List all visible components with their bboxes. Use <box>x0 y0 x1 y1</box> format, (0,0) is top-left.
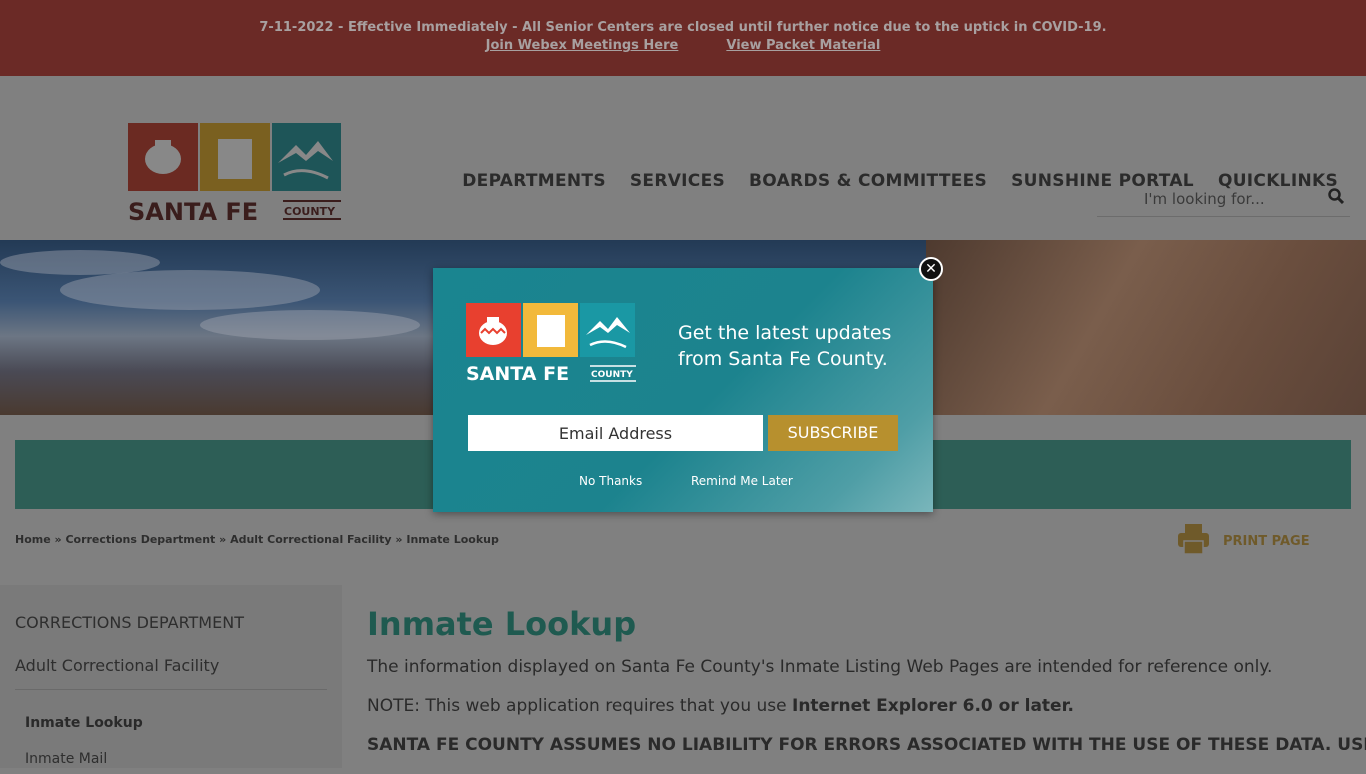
page-title: Inmate Lookup <box>367 605 637 643</box>
alert-banner: 7-11-2022 - Effective Immediately - All … <box>0 0 1366 76</box>
alert-message: 7-11-2022 - Effective Immediately - All … <box>259 20 1107 35</box>
breadcrumb-facility[interactable]: Adult Correctional Facility <box>230 533 392 546</box>
email-input[interactable] <box>468 415 763 451</box>
main-content: Inmate Lookup The information displayed … <box>367 605 1366 774</box>
sidebar-item-inmate-lookup[interactable]: Inmate Lookup <box>25 715 143 731</box>
close-icon[interactable]: ✕ <box>919 257 943 281</box>
popup-logo: SANTA FE COUNTY <box>466 303 637 387</box>
nav-departments[interactable]: DEPARTMENTS <box>462 171 606 191</box>
main-nav: DEPARTMENTS SERVICES BOARDS & COMMITTEES… <box>462 171 1338 191</box>
no-thanks-link[interactable]: No Thanks <box>579 474 642 488</box>
print-page-button[interactable]: PRINT PAGE <box>1178 524 1310 558</box>
sidebar-parent[interactable]: Adult Correctional Facility <box>15 656 219 675</box>
breadcrumb-home[interactable]: Home <box>15 533 51 546</box>
sidebar: CORRECTIONS DEPARTMENT Adult Correctiona… <box>0 585 342 768</box>
breadcrumb-current: Inmate Lookup <box>406 533 499 546</box>
intro-text: The information displayed on Santa Fe Co… <box>367 657 1273 677</box>
packet-link[interactable]: View Packet Material <box>726 38 880 53</box>
nav-boards-committees[interactable]: BOARDS & COMMITTEES <box>749 171 987 191</box>
nav-quicklinks[interactable]: QUICKLINKS <box>1218 171 1338 191</box>
sidebar-section[interactable]: CORRECTIONS DEPARTMENT <box>15 613 244 632</box>
search-icon[interactable] <box>1328 188 1345 208</box>
site-logo[interactable]: SANTA FE COUNTY <box>128 123 341 227</box>
subscribe-button[interactable]: SUBSCRIBE <box>768 415 898 451</box>
nav-sunshine-portal[interactable]: SUNSHINE PORTAL <box>1011 171 1194 191</box>
printer-icon <box>1178 524 1209 558</box>
logo-text: SANTA FE <box>128 198 258 223</box>
note-text: NOTE: This web application requires that… <box>367 696 1075 716</box>
divider <box>15 689 327 690</box>
liability-text: SANTA FE COUNTY ASSUMES NO LIABILITY FOR… <box>367 735 1366 755</box>
header: SANTA FE COUNTY I'm looking for... DEPAR… <box>0 76 1366 240</box>
breadcrumb: Home » Corrections Department » Adult Co… <box>15 533 499 546</box>
sidebar-item-inmate-mail[interactable]: Inmate Mail <box>25 751 107 767</box>
nav-services[interactable]: SERVICES <box>630 171 725 191</box>
webex-link[interactable]: Join Webex Meetings Here <box>486 38 679 53</box>
svg-text:SANTA FE: SANTA FE <box>466 363 569 383</box>
popup-message: Get the latest updates from Santa Fe Cou… <box>678 322 892 370</box>
remind-later-link[interactable]: Remind Me Later <box>691 474 793 488</box>
breadcrumb-corrections[interactable]: Corrections Department <box>65 533 215 546</box>
svg-text:COUNTY: COUNTY <box>284 205 336 218</box>
svg-text:COUNTY: COUNTY <box>591 370 633 380</box>
subscribe-popup: ✕ SANTA FE COUNTY Get the latest updates… <box>433 257 943 512</box>
